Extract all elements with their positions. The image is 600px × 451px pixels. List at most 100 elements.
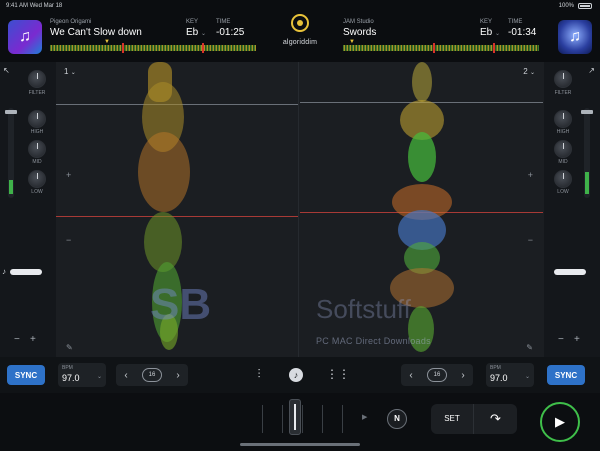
main-area: ↖ FILTER HIGH MID LOW ♪ − + 1 ⌄ + − ✎ 2 … (0, 62, 600, 357)
deck2-sync-button[interactable]: SYNC (547, 365, 585, 385)
app-logo[interactable]: algoriddim (268, 14, 332, 46)
deck1-high-knob[interactable] (28, 110, 46, 128)
chevron-right-icon[interactable]: › (172, 370, 184, 381)
chevron-right-icon[interactable]: › (457, 370, 469, 381)
crossfader-handle[interactable] (289, 399, 301, 435)
redo-icon[interactable]: ↷ (474, 404, 517, 434)
deck1-mid-knob[interactable] (28, 140, 46, 158)
chevron-down-icon: ⌄ (70, 70, 76, 76)
equalizer-icon[interactable]: ⫶ (251, 367, 267, 382)
deck2-key-label: KEY (480, 19, 493, 25)
deck2-minus-button[interactable]: − (558, 334, 564, 345)
music-note-icon: ♫ (569, 28, 581, 45)
deck1-time: -01:25 (216, 27, 245, 38)
chevron-left-icon[interactable]: ‹ (120, 370, 132, 381)
pencil-icon[interactable]: ✎ (66, 343, 73, 352)
watermark-mark: SB (150, 280, 212, 329)
deck1-sync-button[interactable]: SYNC (7, 365, 45, 385)
pencil-icon[interactable]: ✎ (526, 343, 533, 352)
deck1-pitch-slider[interactable] (10, 269, 42, 275)
deck1-zoom-plus[interactable]: + (66, 170, 71, 180)
deck2-key[interactable]: Eb ⌄ (480, 27, 500, 38)
deck2-volume-fader[interactable] (581, 108, 593, 198)
low-label: LOW (31, 189, 43, 195)
playhead-icon: ▼ (349, 39, 355, 45)
chevron-left-icon[interactable]: ‹ (405, 370, 417, 381)
loop-icon[interactable]: 16 (427, 368, 447, 382)
low-label: LOW (557, 189, 569, 195)
deck2-time-label: TIME (508, 19, 523, 25)
deck2-high-knob[interactable] (554, 110, 572, 128)
high-label: HIGH (556, 129, 570, 135)
bpm-value: 97.0 (490, 373, 508, 383)
deck1-overview-waveform[interactable]: ▼ (50, 39, 256, 53)
control-bar: SYNC BPM 97.0 ⌄ ‹ 16 › ⫶ ♪ ⋮⋮ ‹ 16 › BPM… (0, 357, 600, 393)
deck2-number[interactable]: 2 ⌄ (523, 67, 535, 76)
music-library-icon[interactable]: ♪ (289, 368, 303, 382)
home-indicator (240, 443, 360, 446)
bpm-label: BPM (490, 365, 501, 371)
watermark-name: Softstuff (316, 294, 411, 324)
deck2-pitch-slider[interactable] (554, 269, 586, 275)
deck2-filter-knob[interactable] (554, 70, 572, 88)
deck1-loop-control: ‹ 16 › (116, 364, 188, 386)
filter-label: FILTER (554, 90, 572, 96)
bottom-panel: ▶ N SET ↷ ▶ (0, 393, 600, 451)
bpm-value: 97.0 (62, 373, 80, 383)
waveform-area[interactable]: 1 ⌄ + − ✎ 2 ⌄ + − ✎ (56, 62, 544, 357)
deck2-bpm[interactable]: BPM 97.0 ⌄ (486, 363, 534, 387)
chevron-down-icon: ⌄ (495, 31, 501, 37)
play-icon: ▶ (555, 414, 565, 429)
chevron-down-icon: ⌄ (529, 70, 535, 76)
deck1-key-label: KEY (186, 19, 199, 25)
deck2-low-knob[interactable] (554, 170, 572, 188)
deck1-time-label: TIME (216, 19, 231, 25)
deck2-zoom-plus[interactable]: + (528, 170, 533, 180)
pitch-note-icon: ♪ (2, 267, 6, 276)
deck1-zoom-minus[interactable]: − (66, 235, 71, 245)
filter-label: FILTER (28, 90, 46, 96)
set-button[interactable]: SET (431, 404, 474, 434)
watermark-tagline: PC MAC Direct Downloads (316, 336, 431, 346)
deck1-cover-art[interactable]: ♫ (8, 20, 42, 54)
deck2-overview-waveform[interactable]: ▼ (343, 39, 539, 53)
deck2-plus-button[interactable]: + (574, 334, 580, 345)
deck1-minus-button[interactable]: − (14, 334, 20, 345)
deck1-title[interactable]: We Can't Slow down (50, 27, 142, 38)
deck1-artist: Pigeon Origami (50, 19, 92, 25)
neural-mix-button[interactable]: N (387, 409, 407, 429)
deck1-volume-fader[interactable] (5, 108, 17, 198)
chevron-down-icon: ⌄ (201, 31, 207, 37)
loop-icon[interactable]: 16 (142, 368, 162, 382)
chevron-down-icon: ⌄ (524, 374, 530, 380)
deck1-low-knob[interactable] (28, 170, 46, 188)
status-right: 100% (559, 3, 592, 9)
deck-header: ♫ Pigeon Origami We Can't Slow down KEY … (0, 12, 600, 62)
cue-icon[interactable]: ↗ (588, 66, 595, 75)
playhead-icon: ▼ (104, 39, 110, 45)
crossfader-track[interactable] (262, 405, 362, 433)
deck2-loop-control: ‹ 16 › (401, 364, 473, 386)
deck2-cover-art[interactable]: ♫ (558, 20, 592, 54)
status-bar: 9:41 AM Wed Mar 18 100% (0, 0, 600, 12)
logo-text: algoriddim (282, 39, 318, 46)
high-label: HIGH (30, 129, 44, 135)
grid-icon[interactable]: ⋮⋮ (326, 367, 350, 381)
deck1-key[interactable]: Eb ⌄ (186, 27, 206, 38)
mid-label: MID (558, 159, 568, 165)
mid-label: MID (32, 159, 42, 165)
play-small-icon: ▶ (362, 414, 368, 421)
deck2-zoom-minus[interactable]: − (528, 235, 533, 245)
deck2-mid-knob[interactable] (554, 140, 572, 158)
deck1-bpm[interactable]: BPM 97.0 ⌄ (58, 363, 106, 387)
play-button[interactable]: ▶ (540, 402, 580, 442)
cue-icon[interactable]: ↖ (3, 66, 10, 75)
deck2-side-panel: ↗ FILTER HIGH MID LOW − + (544, 62, 600, 357)
music-note-icon: ♫ (19, 28, 31, 45)
bpm-label: BPM (62, 365, 73, 371)
deck2-title[interactable]: Swords (343, 27, 376, 38)
deck1-number[interactable]: 1 ⌄ (64, 67, 76, 76)
deck1-filter-knob[interactable] (28, 70, 46, 88)
deck1-plus-button[interactable]: + (30, 334, 36, 345)
set-controls: SET ↷ (431, 404, 517, 434)
